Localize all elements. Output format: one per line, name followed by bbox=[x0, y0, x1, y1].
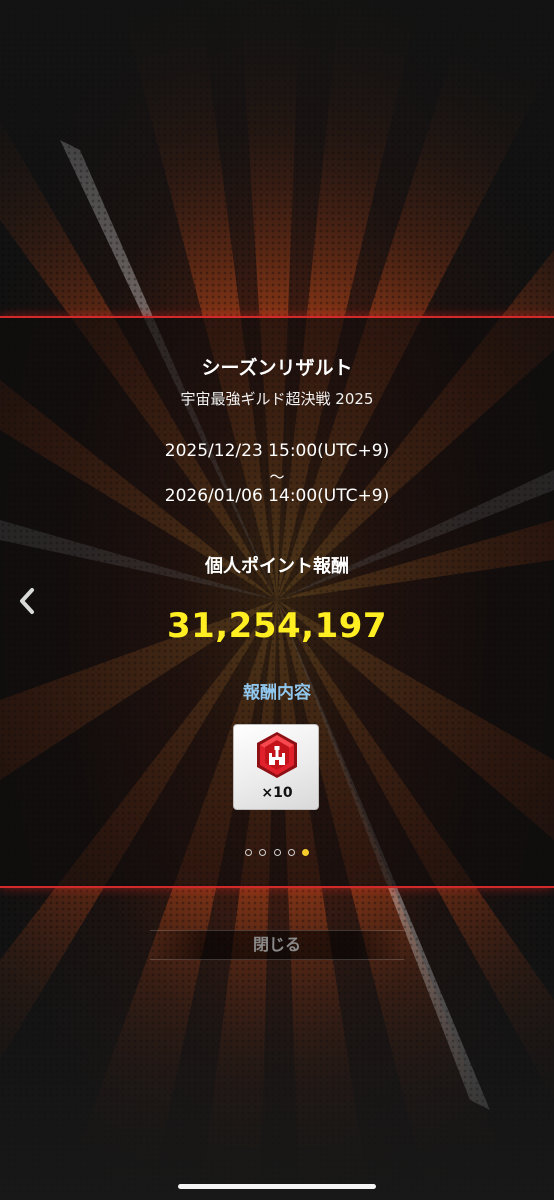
event-name: 宇宙最強ギルド超決戦 2025 bbox=[180, 390, 374, 408]
page-dot[interactable] bbox=[273, 849, 281, 856]
points-value: 31,254,197 bbox=[166, 606, 388, 646]
result-title: シーズンリザルト bbox=[201, 357, 353, 379]
prev-page-button[interactable] bbox=[14, 584, 40, 618]
period-start: 2025/12/23 15:00(UTC+9) bbox=[164, 441, 390, 461]
chevron-left-icon bbox=[20, 588, 34, 614]
period-end: 2026/01/06 14:00(UTC+9) bbox=[164, 486, 390, 506]
period-separator: ～ bbox=[269, 468, 285, 486]
bottom-shade bbox=[0, 880, 554, 1200]
season-result-screen: シーズンリザルト 宇宙最強ギルド超決戦 2025 2025/12/23 15:0… bbox=[0, 0, 554, 1200]
page-dot[interactable] bbox=[287, 849, 295, 856]
section-label: 個人ポイント報酬 bbox=[205, 556, 349, 577]
reward-label: 報酬内容 bbox=[243, 683, 311, 703]
page-indicator bbox=[0, 842, 554, 856]
red-castle-gem-icon bbox=[257, 732, 297, 778]
page-dot[interactable] bbox=[245, 849, 253, 856]
page-dot[interactable] bbox=[259, 849, 267, 856]
result-panel: シーズンリザルト 宇宙最強ギルド超決戦 2025 2025/12/23 15:0… bbox=[0, 316, 554, 888]
reward-quantity: ×10 bbox=[261, 785, 293, 801]
reward-item[interactable]: ×10 bbox=[233, 724, 319, 810]
close-button[interactable]: 閉じる bbox=[150, 930, 404, 960]
page-dot-active[interactable] bbox=[301, 849, 309, 856]
top-shade bbox=[0, 0, 554, 320]
home-indicator[interactable] bbox=[178, 1184, 376, 1189]
